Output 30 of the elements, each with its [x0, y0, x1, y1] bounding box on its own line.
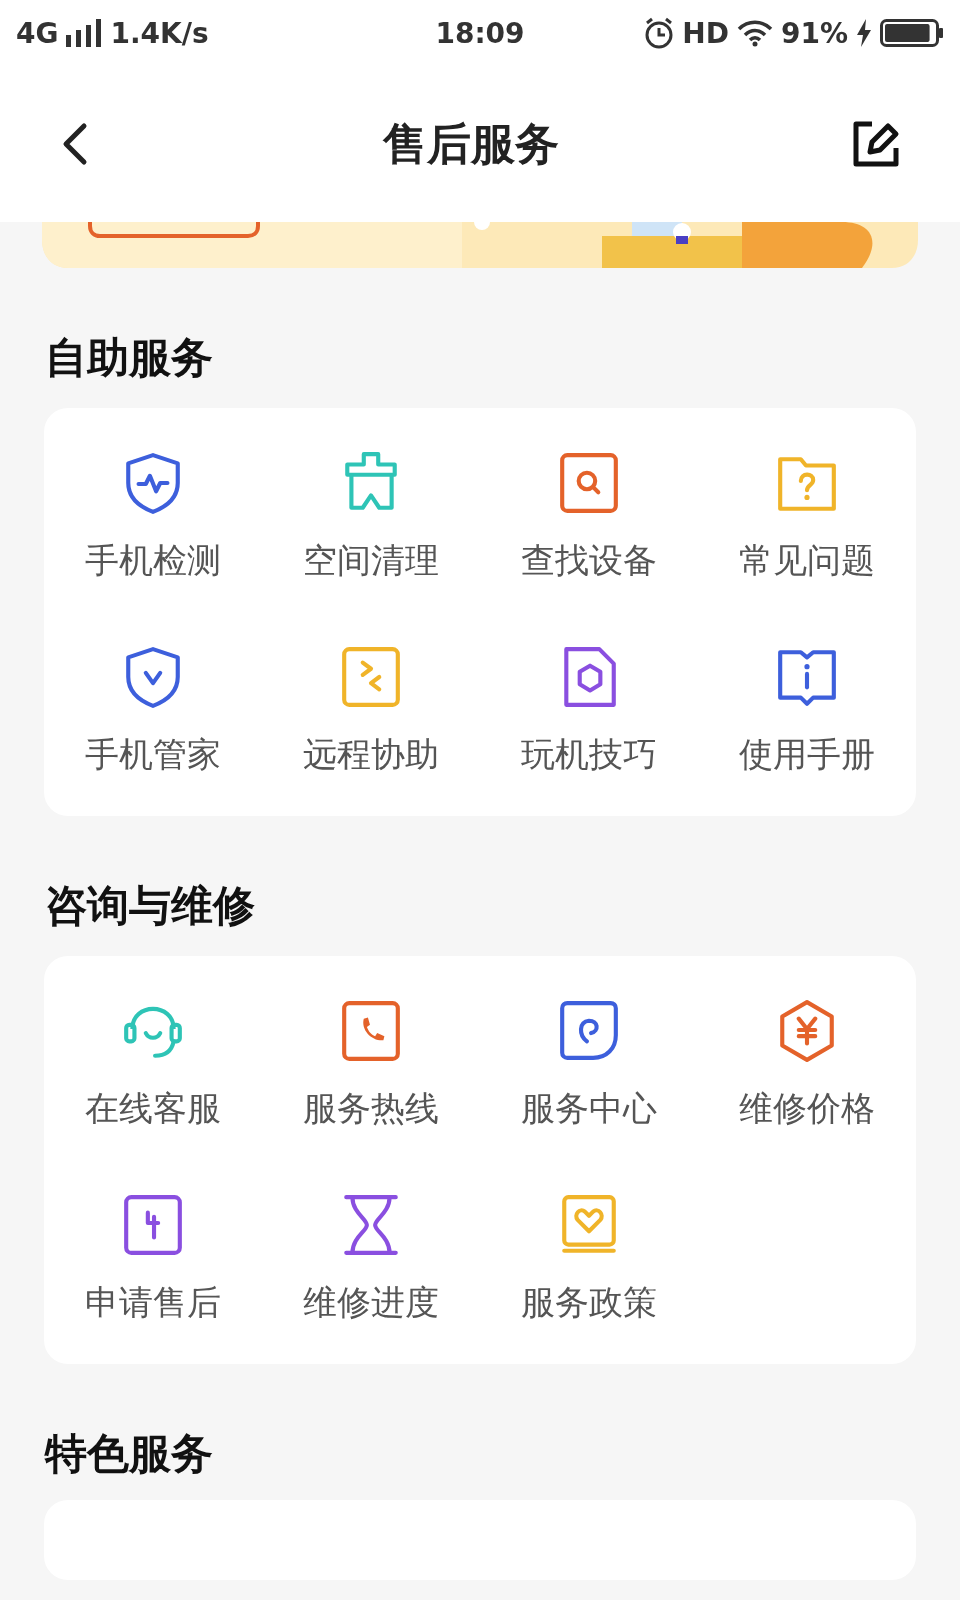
battery-percent: 91% [780, 16, 848, 50]
service-label[interactable]: 使用手册 [739, 732, 875, 776]
service-label[interactable]: 申请售后 [85, 1280, 221, 1324]
charging-bolt-icon [856, 19, 872, 47]
service-label[interactable]: 服务政策 [521, 1280, 657, 1324]
service-label[interactable]: 玩机技巧 [521, 732, 657, 776]
service-label[interactable]: 远程协助 [303, 732, 439, 776]
service-label[interactable]: 维修价格 [739, 1086, 875, 1130]
hd-indicator: HD [682, 16, 729, 50]
signal-icon [66, 19, 103, 47]
alarm-icon [644, 17, 675, 49]
service-label[interactable]: 查找设备 [521, 538, 657, 582]
edit-icon[interactable] [852, 120, 900, 168]
service-label[interactable]: 服务热线 [303, 1086, 439, 1130]
network-speed: 1.4K/s [110, 16, 209, 50]
wifi-icon [736, 19, 773, 47]
service-label[interactable]: 常见问题 [739, 538, 875, 582]
service-label[interactable]: 手机管家 [85, 732, 221, 776]
clock-time: 18:09 [435, 16, 525, 50]
section-title: 自助服务 [44, 332, 214, 382]
service-label[interactable]: 在线客服 [85, 1086, 221, 1130]
service-label[interactable]: 手机检测 [85, 538, 221, 582]
page-title: 售后服务 [383, 116, 559, 171]
section-title: 咨询与维修 [44, 880, 256, 930]
service-label[interactable]: 空间清理 [303, 538, 439, 582]
service-label[interactable]: 服务中心 [521, 1086, 657, 1130]
section-title: 特色服务 [43, 1428, 214, 1478]
service-label[interactable]: 维修进度 [303, 1280, 439, 1324]
network-type: 4G [16, 16, 59, 50]
battery-icon [880, 19, 944, 47]
